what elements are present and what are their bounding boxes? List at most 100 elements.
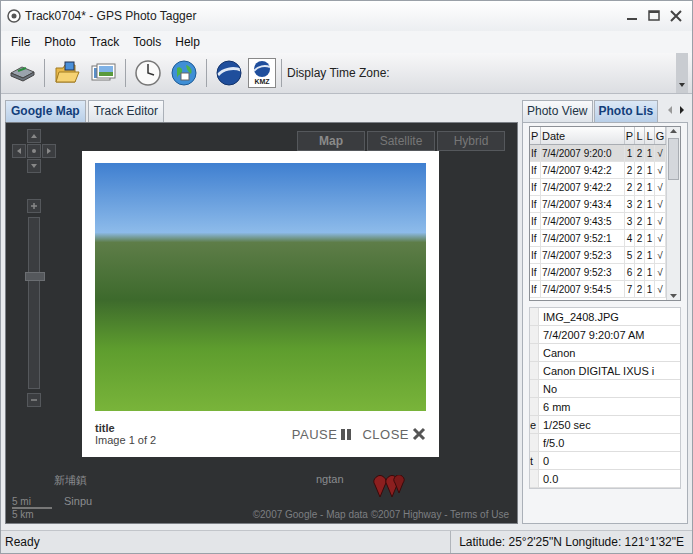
tab[interactable]: Google Map xyxy=(5,100,86,122)
folder-icon xyxy=(53,60,81,86)
photo-counter: Image 1 of 2 xyxy=(95,434,156,446)
google-earth-button[interactable] xyxy=(212,56,246,90)
tab-scroll-right-icon[interactable] xyxy=(678,105,686,115)
toolbar-separator xyxy=(44,59,45,87)
map-type-button[interactable]: Satellite xyxy=(367,131,435,151)
tab[interactable]: Photo Lis xyxy=(594,100,659,122)
property-value[interactable]: 7/4/2007 9:20:07 AM xyxy=(539,326,680,343)
app-window: Track0704* - GPS Photo Tagger FilePhotoT… xyxy=(0,0,693,554)
property-value[interactable]: No xyxy=(539,380,680,397)
arrow-down-icon xyxy=(30,162,38,170)
minimize-icon[interactable] xyxy=(622,8,642,24)
pan-down-button[interactable] xyxy=(27,159,41,173)
time-button[interactable] xyxy=(131,56,165,90)
menu-item[interactable]: File xyxy=(5,33,36,51)
property-row: e 1/250 sec xyxy=(530,416,680,434)
table-cell: If xyxy=(530,179,541,195)
table-header: PDatePLLG xyxy=(530,127,666,145)
table-cell: 7/4/2007 9:43:4 xyxy=(541,196,625,212)
property-row: No xyxy=(530,380,680,398)
map-pins-icon[interactable] xyxy=(372,475,406,499)
property-value[interactable]: 0 xyxy=(539,452,680,469)
table-cell: 1 xyxy=(645,264,655,280)
geotag-button[interactable] xyxy=(167,56,201,90)
maximize-icon[interactable] xyxy=(644,8,664,24)
pan-control[interactable] xyxy=(12,129,57,174)
table-cell: If xyxy=(530,281,541,297)
scrollbar[interactable] xyxy=(666,127,680,300)
property-label: e xyxy=(530,416,539,433)
globe-icon xyxy=(170,59,198,87)
tab[interactable]: Track Editor xyxy=(88,100,164,122)
photos-button[interactable] xyxy=(86,56,120,90)
column-header[interactable]: Date xyxy=(541,127,625,144)
menu-item[interactable]: Photo xyxy=(38,33,81,51)
status-bar: Ready Latitude: 25°2'25"N Longitude: 121… xyxy=(1,530,692,553)
property-label xyxy=(530,362,539,379)
property-label xyxy=(530,326,539,343)
photo-title: title xyxy=(95,422,156,434)
google-earth-icon xyxy=(215,59,243,87)
zoom-out-button[interactable] xyxy=(27,393,41,407)
table-row[interactable]: If7/4/2007 9:52:1421√ xyxy=(530,230,666,247)
property-value[interactable]: Canon xyxy=(539,344,680,361)
tab-scroll-left-icon[interactable] xyxy=(666,105,674,115)
google-map[interactable]: MapSatelliteHybrid 新埔鎮 Sinpu ngtan 5 mi … xyxy=(5,122,518,524)
toolbar-separator xyxy=(125,59,126,87)
table-cell: If xyxy=(530,162,541,178)
scan-button[interactable] xyxy=(5,56,39,90)
table-cell: √ xyxy=(655,213,666,229)
column-header[interactable]: G xyxy=(655,127,666,144)
table-row[interactable]: If7/4/2007 9:20:0121√ xyxy=(530,145,666,162)
map-type-button[interactable]: Hybrid xyxy=(437,131,505,151)
column-header[interactable]: L xyxy=(645,127,655,144)
pan-up-button[interactable] xyxy=(27,129,41,143)
scroll-thumb[interactable] xyxy=(668,138,679,180)
close-button[interactable]: CLOSE xyxy=(362,427,426,442)
property-value[interactable]: 1/250 sec xyxy=(539,416,680,433)
table-cell: 7/4/2007 9:52:3 xyxy=(541,247,625,263)
table-row[interactable]: If7/4/2007 9:52:3621√ xyxy=(530,264,666,281)
pan-left-button[interactable] xyxy=(12,144,26,158)
property-value[interactable]: IMG_2408.JPG xyxy=(539,308,680,325)
column-header[interactable]: P xyxy=(625,127,635,144)
close-icon[interactable] xyxy=(666,8,686,24)
pan-right-button[interactable] xyxy=(42,144,56,158)
property-value[interactable]: 6 mm xyxy=(539,398,680,415)
table-cell: If xyxy=(530,196,541,212)
table-row[interactable]: If7/4/2007 9:54:5721√ xyxy=(530,281,666,298)
open-folder-button[interactable] xyxy=(50,56,84,90)
zoom-slider[interactable] xyxy=(28,217,40,389)
table-row[interactable]: If7/4/2007 9:52:3521√ xyxy=(530,247,666,264)
time-zone-label: Display Time Zone: xyxy=(287,66,390,80)
column-header[interactable]: P xyxy=(530,127,541,144)
kmz-globe-icon xyxy=(252,60,272,78)
table-row[interactable]: If7/4/2007 9:43:4321√ xyxy=(530,196,666,213)
table-cell: If xyxy=(530,230,541,246)
kmz-button[interactable]: KMZ xyxy=(248,58,276,88)
toolbar-overflow[interactable] xyxy=(676,53,688,93)
property-row: IMG_2408.JPG xyxy=(530,308,680,326)
property-label: t xyxy=(530,452,539,469)
menu-item[interactable]: Track xyxy=(84,33,126,51)
property-value[interactable]: 0.0 xyxy=(539,470,680,487)
property-value[interactable]: Canon DIGITAL IXUS i xyxy=(539,362,680,379)
zoom-thumb[interactable] xyxy=(25,272,45,281)
menu-item[interactable]: Help xyxy=(169,33,206,51)
table-row[interactable]: If7/4/2007 9:43:5321√ xyxy=(530,213,666,230)
tab[interactable]: Photo View xyxy=(522,100,593,122)
pause-button[interactable]: PAUSE xyxy=(292,427,353,442)
zoom-in-button[interactable] xyxy=(27,199,41,213)
property-value[interactable]: f/5.0 xyxy=(539,434,680,451)
table-row[interactable]: If7/4/2007 9:42:2221√ xyxy=(530,162,666,179)
menu-bar: FilePhotoTrackToolsHelp xyxy=(1,31,692,53)
menu-item[interactable]: Tools xyxy=(127,33,167,51)
photo-panel: Photo ViewPhoto Lis PDatePLLG If7/4/2007… xyxy=(522,98,688,524)
main-area: Google MapTrack Editor MapSatelliteHybri… xyxy=(1,94,692,530)
table-cell: 7/4/2007 9:54:5 xyxy=(541,281,625,297)
table-cell: 2 xyxy=(635,264,645,280)
pan-center-button[interactable] xyxy=(27,144,41,158)
map-type-button[interactable]: Map xyxy=(297,131,365,151)
column-header[interactable]: L xyxy=(635,127,645,144)
table-row[interactable]: If7/4/2007 9:42:2221√ xyxy=(530,179,666,196)
